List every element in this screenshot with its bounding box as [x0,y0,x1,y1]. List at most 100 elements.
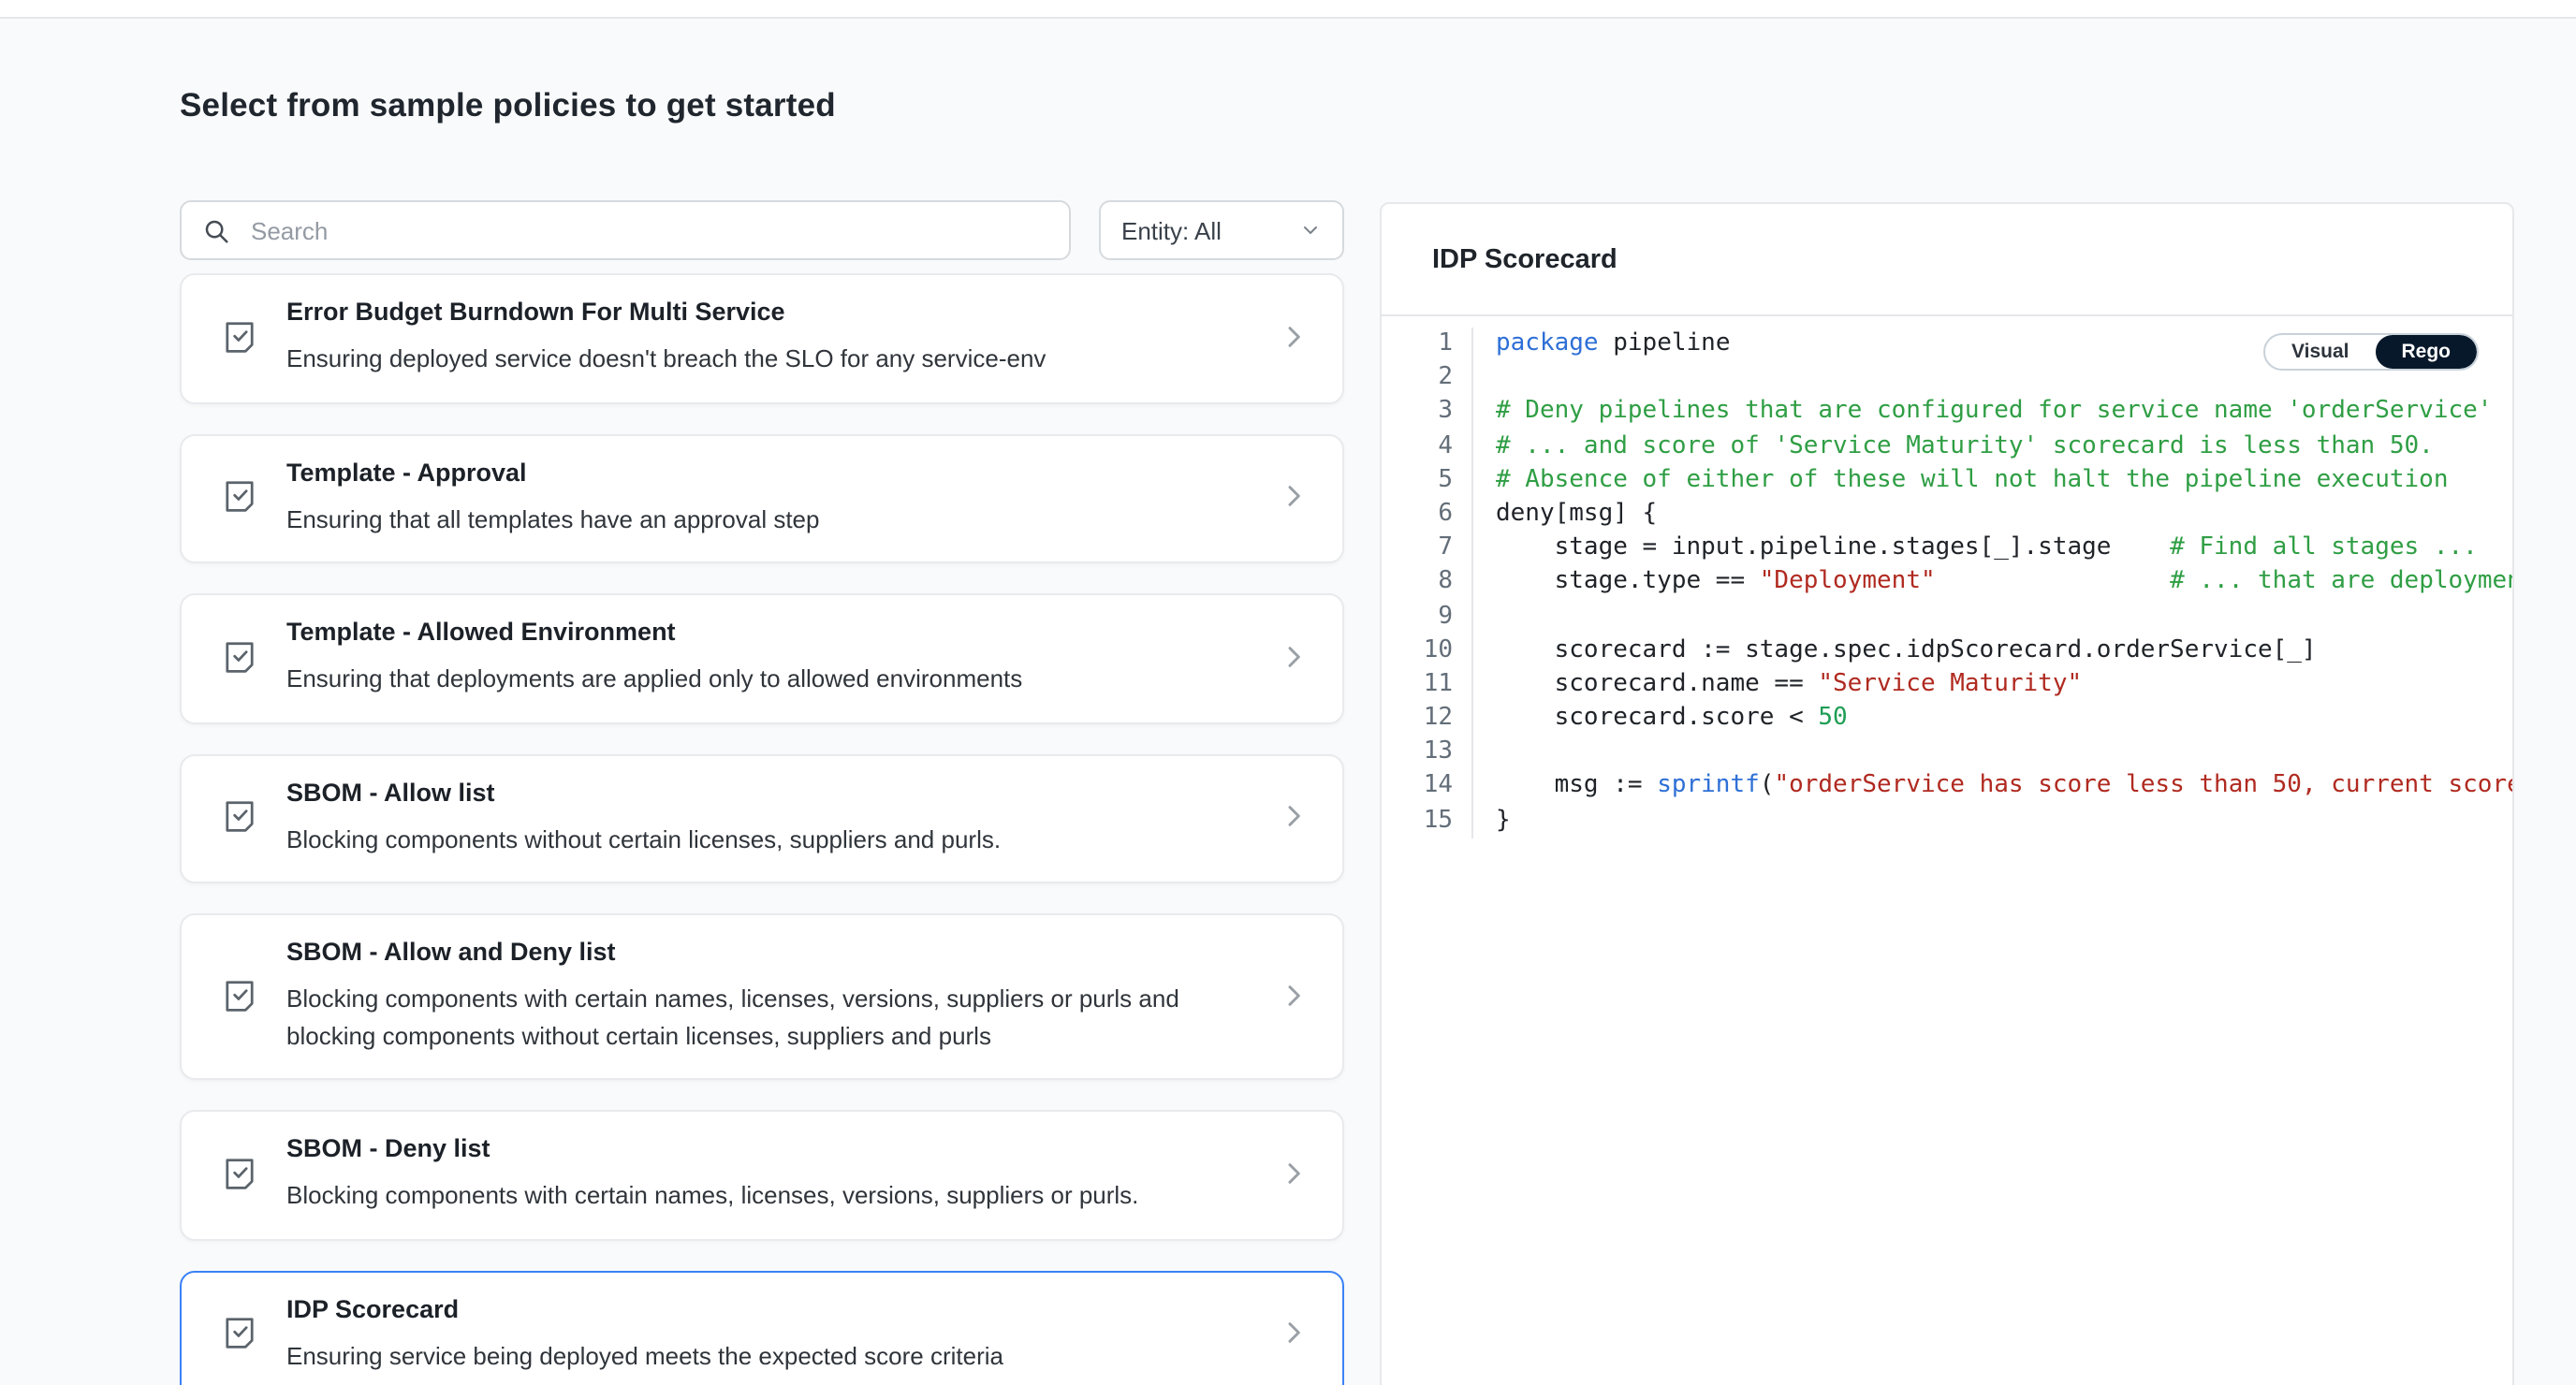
code-text [1473,600,2512,634]
code-token: scorecard.score < [1496,704,1818,732]
line-number: 2 [1382,361,1473,395]
chevron-right-icon [1279,482,1309,512]
line-number: 8 [1382,566,1473,600]
policy-title: SBOM - Allow list [286,776,1204,809]
code-text: stage.type == "Deployment" # ... that ar… [1473,566,2512,600]
top-divider-bar [0,0,2576,19]
code-token [1936,568,2170,596]
search-box[interactable] [180,200,1071,260]
chevron-down-icon [1299,219,1322,241]
code-text: # ... and score of 'Service Maturity' sc… [1473,430,2512,463]
code-token: } [1496,806,1511,834]
code-text: # Absence of either of these will not ha… [1473,464,2512,498]
line-number: 15 [1382,804,1473,838]
policy-card-body: Template - Approval Ensuring that all te… [286,456,1252,537]
policy-card-body: Error Budget Burndown For Multi Service … [286,296,1252,377]
policy-card[interactable]: IDP Scorecard Ensuring service being dep… [180,1270,1344,1385]
policy-card-body: SBOM - Allow and Deny list Blocking comp… [286,936,1252,1054]
policy-card-body: SBOM - Deny list Blocking components wit… [286,1132,1252,1214]
policy-card[interactable]: SBOM - Allow list Blocking components wi… [180,753,1344,883]
toggle-visual-button[interactable]: Visual [2265,335,2376,369]
panel-header: IDP Scorecard [1382,204,2512,316]
policy-icon [219,796,260,838]
line-number: 10 [1382,634,1473,667]
view-toggle: Visual Rego [2263,333,2479,371]
chevron-right-icon [1279,322,1309,352]
code-viewer: Visual Rego 1 package pipeline 2 [1382,316,2512,838]
code-token: # Absence of either of these will not ha… [1496,466,2448,494]
code-line: 15 } [1382,804,2512,838]
line-number: 12 [1382,702,1473,736]
toggle-rego-button[interactable]: Rego [2376,335,2478,369]
policy-title: SBOM - Deny list [286,1132,1204,1166]
policy-icon [219,974,260,1015]
chevron-right-icon [1279,1159,1309,1188]
code-line: 8 stage.type == "Deployment" # ... that … [1382,566,2512,600]
policy-card[interactable]: Template - Approval Ensuring that all te… [180,433,1344,563]
search-icon [202,216,230,244]
code-line: 9 [1382,600,2512,634]
app-viewport: Select from sample policies to get start… [0,0,2576,1385]
policy-card[interactable]: Template - Allowed Environment Ensuring … [180,593,1344,723]
code-lines: 1 package pipeline 2 3 # Deny pipelines … [1382,328,2512,838]
policy-title: Template - Allowed Environment [286,616,1204,649]
code-token: deny[msg] { [1496,500,1657,528]
policy-detail-panel: IDP Scorecard Visual Rego 1 package pipe… [1380,202,2514,1385]
code-line: 5 # Absence of either of these will not … [1382,464,2512,498]
code-text: msg := sprintf("orderService has score l… [1473,770,2512,804]
chevron-right-icon [1279,980,1309,1010]
code-text: # Deny pipelines that are configured for… [1473,396,2512,430]
code-text: scorecard := stage.spec.idpScorecard.ord… [1473,634,2512,667]
line-number: 7 [1382,532,1473,565]
panel-title: IDP Scorecard [1432,244,1617,274]
code-token: msg := [1496,772,1657,800]
line-number: 14 [1382,770,1473,804]
code-token: pipeline [1599,329,1731,357]
code-line: 13 [1382,736,2512,770]
code-text: deny[msg] { [1473,498,2512,532]
code-text [1473,736,2512,770]
code-token: package [1496,329,1599,357]
list-toolbar: Entity: All [180,200,1344,260]
chevron-right-icon [1279,1319,1309,1349]
line-number: 1 [1382,328,1473,361]
policy-description: Blocking components with certain names, … [286,1177,1204,1214]
code-token: # Find all stages ... [2170,533,2478,561]
code-line: 12 scorecard.score < 50 [1382,702,2512,736]
code-line: 11 scorecard.name == "Service Maturity" [1382,668,2512,702]
policy-description: Ensuring that deployments are applied on… [286,661,1204,697]
line-number: 9 [1382,600,1473,634]
line-number: 3 [1382,396,1473,430]
code-line: 7 stage = input.pipeline.stages[_].stage… [1382,532,2512,565]
policy-card[interactable]: Error Budget Burndown For Multi Service … [180,273,1344,403]
code-text: } [1473,804,2512,838]
policy-card[interactable]: SBOM - Allow and Deny list Blocking comp… [180,913,1344,1080]
code-token: sprintf [1657,772,1760,800]
search-input[interactable] [247,214,1048,246]
policy-description: Blocking components with certain names, … [286,981,1204,1054]
code-token: # ... that are deployments [2170,568,2512,596]
code-token: 50 [1818,704,1847,732]
line-number: 4 [1382,430,1473,463]
code-text: scorecard.name == "Service Maturity" [1473,668,2512,702]
code-token: "Service Maturity" [1818,670,2082,698]
code-line: 6 deny[msg] { [1382,498,2512,532]
policy-title: Template - Approval [286,456,1204,489]
policy-description: Ensuring service being deployed meets th… [286,1337,1204,1374]
policy-card[interactable]: SBOM - Deny list Blocking components wit… [180,1110,1344,1240]
line-number: 13 [1382,736,1473,770]
policy-title: IDP Scorecard [286,1292,1204,1326]
code-token: # ... and score of 'Service Maturity' sc… [1496,431,2434,459]
code-token: scorecard.name == [1496,670,1818,698]
code-text: stage = input.pipeline.stages[_].stage #… [1473,532,2512,565]
entity-filter-dropdown[interactable]: Entity: All [1099,200,1344,260]
code-token: scorecard := stage.spec.idpScorecard.ord… [1496,635,2317,663]
code-line: 3 # Deny pipelines that are configured f… [1382,396,2512,430]
line-number: 5 [1382,464,1473,498]
code-line: 4 # ... and score of 'Service Maturity' … [1382,430,2512,463]
policy-title: SBOM - Allow and Deny list [286,936,1204,970]
chevron-right-icon [1279,642,1309,672]
code-token: "Deployment" [1760,568,1936,596]
page-title: Select from sample policies to get start… [180,86,836,125]
code-token: # Deny pipelines that are configured for… [1496,398,2492,426]
